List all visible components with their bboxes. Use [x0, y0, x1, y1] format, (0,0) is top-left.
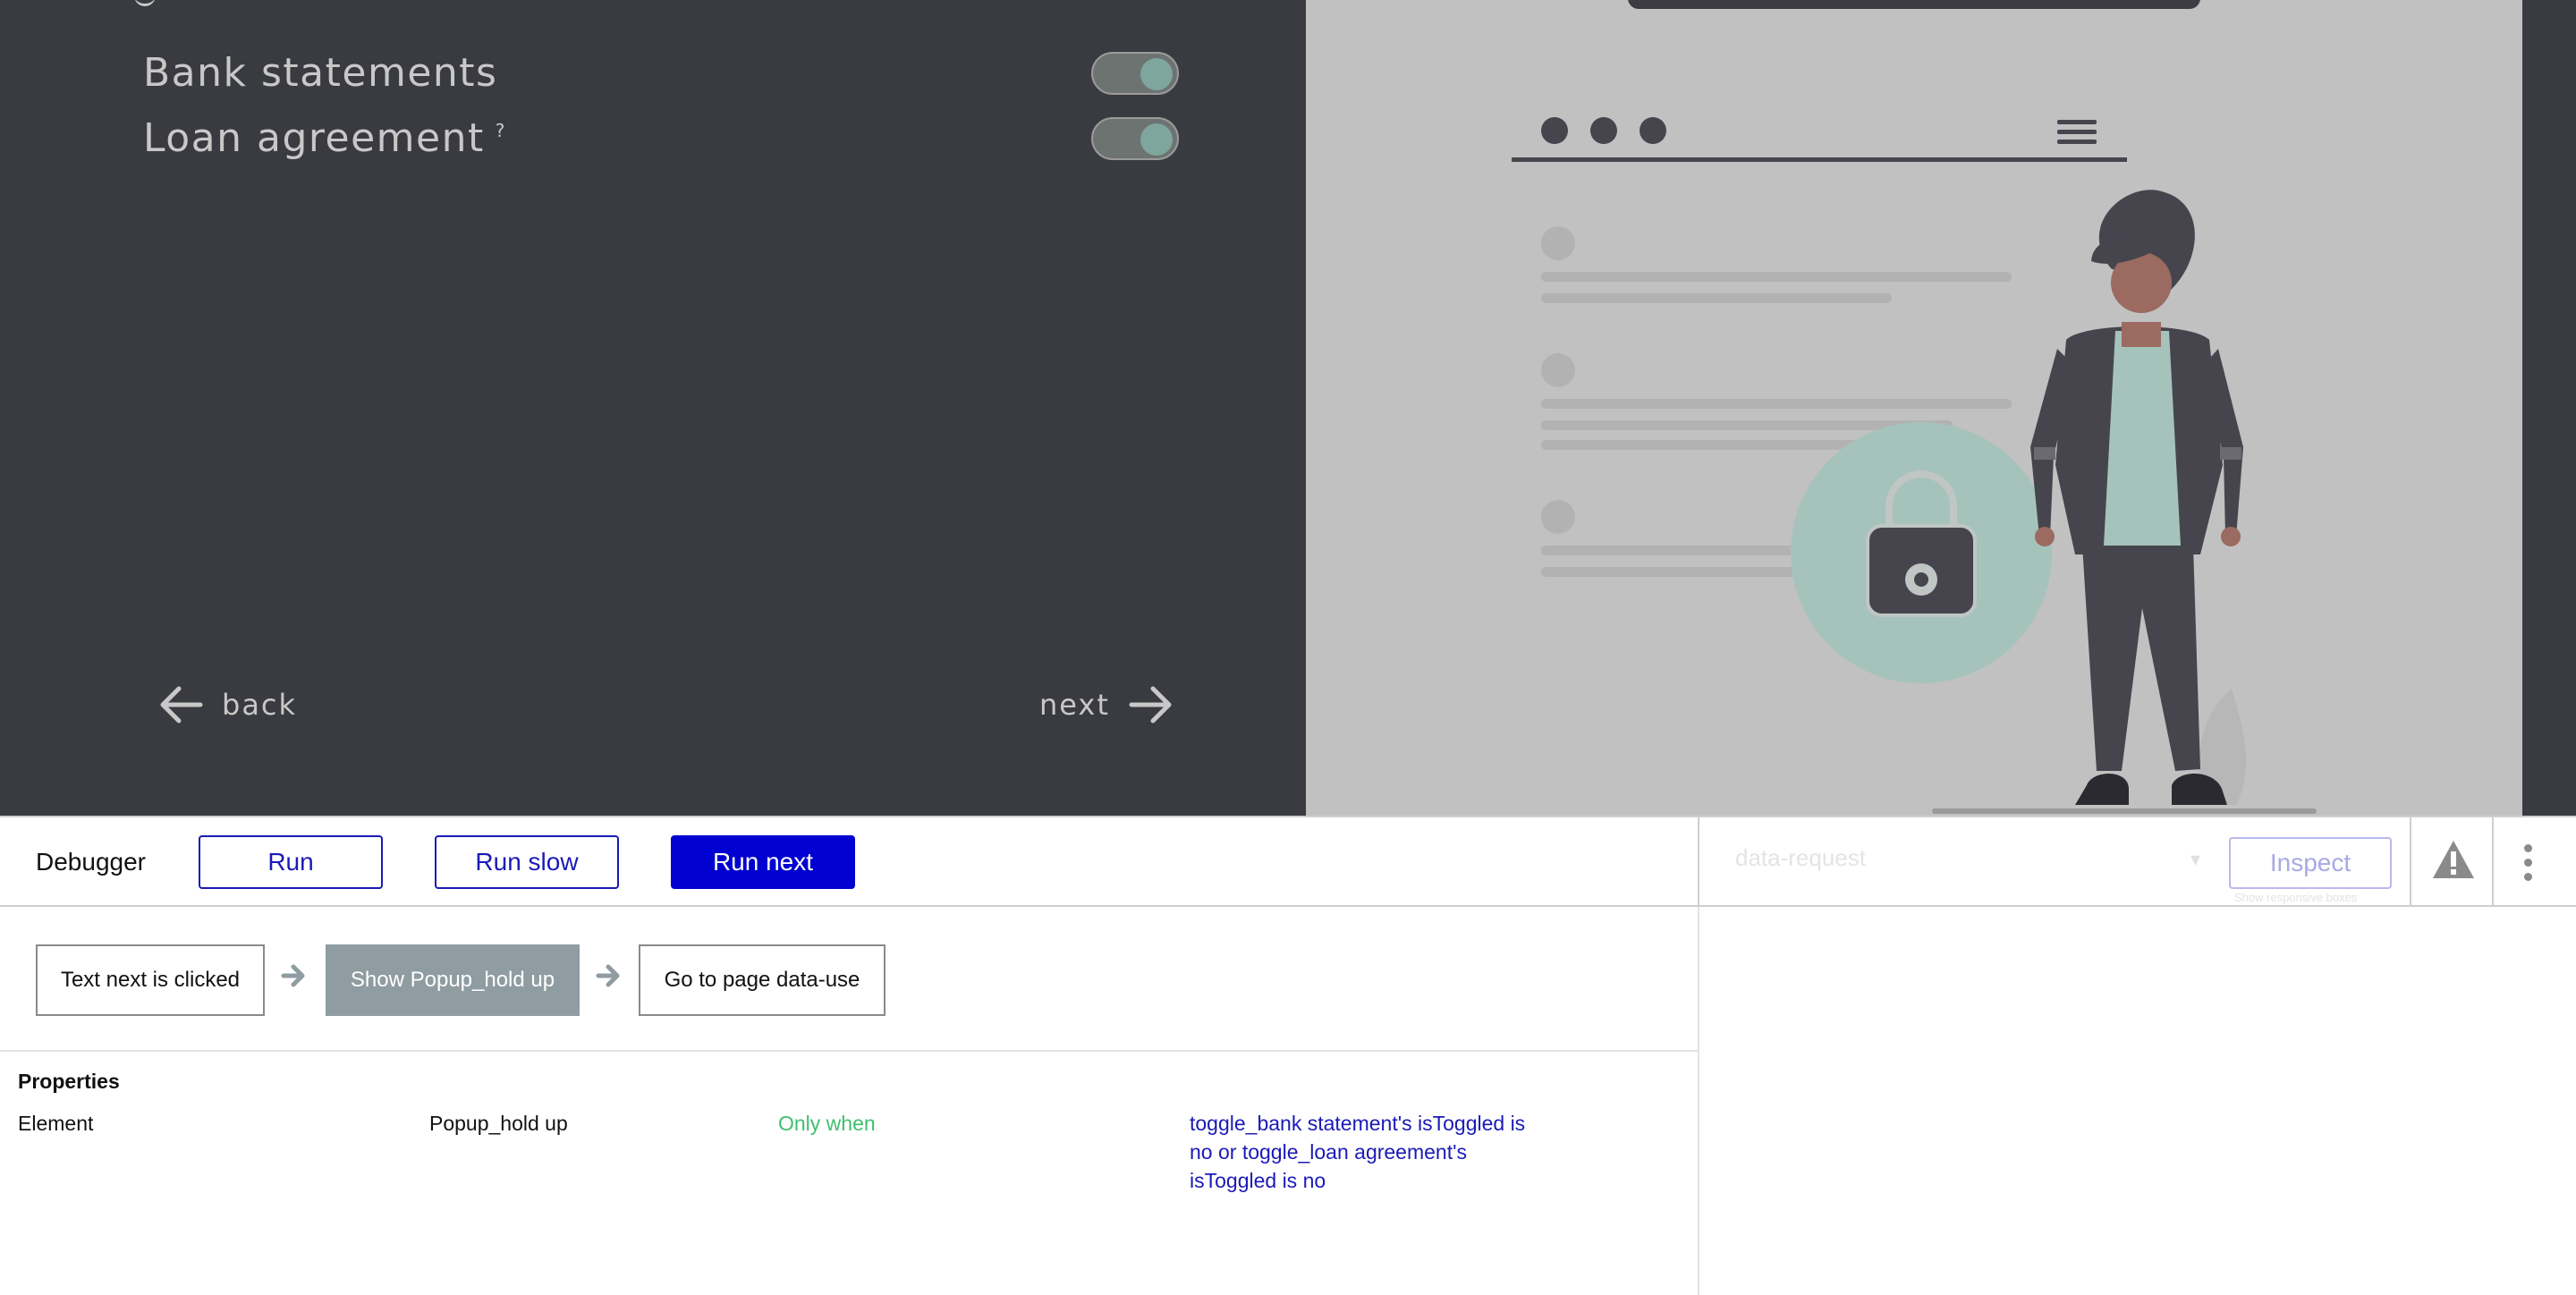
next-link[interactable]: next: [1039, 680, 1174, 730]
run-button[interactable]: Run: [199, 835, 383, 889]
toggle-knob: [1140, 58, 1173, 90]
toggle-loan-agreement[interactable]: [1091, 117, 1179, 160]
condition-label: Only when: [778, 1112, 876, 1135]
debugger-toolbar: Debugger Run Run slow Run next data-requ…: [0, 816, 2576, 907]
arrow-right-icon: [1129, 686, 1172, 724]
top-bar-shape: [1628, 0, 2200, 9]
toggle-knob: [1140, 123, 1173, 156]
debugger-title: Debugger: [36, 848, 146, 876]
back-link[interactable]: back: [157, 680, 297, 730]
more-options-icon[interactable]: [2524, 844, 2538, 887]
window-divider: [1512, 157, 2127, 162]
window-dot: [1640, 117, 1666, 144]
condition-expression: toggle_bank statement's isToggled is no …: [1190, 1112, 1526, 1192]
form-panel: Bank statements Loan agreement? back nex…: [0, 0, 1306, 816]
workflow-steps: Text next is clicked Show Popup_hold up …: [0, 907, 1698, 1052]
scroll-strip: [2522, 0, 2576, 816]
bank-statements-text: Bank statements: [143, 50, 498, 96]
chevron-down-icon: ▾: [2190, 848, 2200, 870]
cropped-heading-glyph: [134, 0, 156, 6]
window-dot: [1541, 117, 1568, 144]
panel-divider: [1698, 907, 1699, 1295]
arrow-left-icon: [160, 686, 203, 724]
security-illustration: [1512, 0, 2317, 814]
loan-agreement-label: Loan agreement?: [143, 115, 506, 161]
arrow-right-icon: [596, 964, 620, 987]
toolbar-divider: [2492, 817, 2494, 905]
window-dot: [1590, 117, 1617, 144]
property-name: Element: [18, 1112, 94, 1135]
bank-statements-label: Bank statements: [143, 50, 497, 96]
workflow-step[interactable]: Text next is clicked: [36, 944, 265, 1016]
toolbar-divider: [1698, 817, 1699, 905]
workflow-step[interactable]: Go to page data-use: [639, 944, 886, 1016]
next-label: next: [1039, 688, 1110, 722]
run-slow-button[interactable]: Run slow: [435, 835, 619, 889]
toolbar-divider: [2410, 817, 2411, 905]
inspect-button[interactable]: Inspect: [2229, 837, 2392, 889]
properties-title: Properties: [18, 1070, 120, 1093]
loan-agreement-text: Loan agreement: [143, 115, 485, 161]
properties-panel: Properties Element Popup_hold up Only wh…: [0, 1052, 1698, 1295]
help-mark[interactable]: ?: [496, 120, 506, 141]
warning-icon[interactable]: [2431, 839, 2476, 880]
run-next-button[interactable]: Run next: [671, 835, 855, 889]
hamburger-icon: [2057, 120, 2097, 144]
toggle-bank-statement[interactable]: [1091, 52, 1179, 95]
page-select[interactable]: data-request ▾: [1735, 844, 2200, 880]
app-preview: Bank statements Loan agreement? back nex…: [0, 0, 2576, 816]
back-label: back: [222, 688, 298, 722]
page-select-value: data-request: [1735, 844, 1866, 871]
workflow-step[interactable]: Show Popup_hold up: [326, 944, 580, 1016]
illustration-panel: [1306, 0, 2522, 816]
show-responsive-boxes[interactable]: Show responsive boxes: [2234, 891, 2357, 904]
property-value: Popup_hold up: [429, 1112, 568, 1135]
arrow-right-icon: [281, 964, 305, 987]
